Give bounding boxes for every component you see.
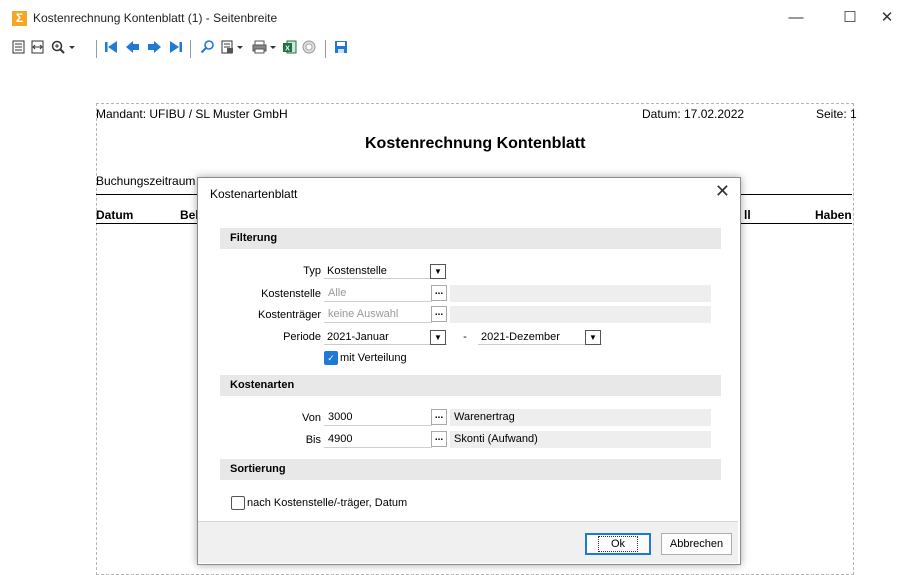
close-window-button[interactable]: ✕ [864, 4, 903, 32]
sort-kostenstelle-checkbox[interactable] [231, 496, 245, 510]
section-filterung: Filterung [220, 228, 721, 249]
periode-label: Periode [283, 331, 321, 343]
dialog-close-button[interactable]: ✕ [715, 181, 730, 202]
toolbar-separator [325, 40, 326, 58]
cancel-icon[interactable] [301, 40, 316, 57]
column-datum: Datum [96, 208, 134, 222]
svg-text:X: X [285, 46, 290, 53]
mit-verteilung-label[interactable]: mit Verteilung [340, 352, 407, 364]
kostenartenblatt-dialog: Kostenartenblatt ✕ Filterung Typ Kostens… [197, 177, 741, 565]
ok-button-label: Ok [597, 536, 639, 552]
excel-icon[interactable]: X [281, 40, 297, 57]
ok-button[interactable]: Ok [585, 533, 651, 555]
toolbar-separator [190, 40, 191, 58]
bis-label: Bis [305, 434, 321, 446]
section-filterung-label: Filterung [230, 232, 278, 244]
kostentraeger-browse-button[interactable]: ... [431, 306, 447, 322]
abbrechen-button[interactable]: Abbrechen [661, 533, 732, 555]
toolbar: X [0, 36, 903, 62]
periode-separator: - [463, 331, 467, 343]
chevron-down-icon[interactable]: ▼ [430, 330, 446, 345]
report-datum: Datum: 17.02.2022 [642, 107, 745, 121]
next-page-icon[interactable] [146, 40, 162, 57]
mit-verteilung-checkbox[interactable]: ✓ [324, 351, 338, 365]
save-icon[interactable] [333, 40, 348, 57]
window-titlebar: Σ Kostenrechnung Kontenblatt (1) - Seite… [0, 0, 903, 36]
kostenstelle-description [450, 285, 711, 302]
page-width-icon[interactable] [30, 40, 44, 57]
bis-field[interactable]: 4900 [324, 431, 432, 448]
kostenstelle-browse-button[interactable]: ... [431, 285, 447, 301]
von-description: Warenertrag [450, 409, 711, 426]
minimize-button[interactable]: — [773, 4, 819, 32]
section-sortierung-label: Sortierung [230, 463, 286, 475]
app-icon: Σ [12, 11, 27, 26]
column-soll: ll [744, 208, 751, 222]
report-mandant: Mandant: UFIBU / SL Muster GmbH [96, 107, 288, 121]
section-sortierung: Sortierung [220, 459, 721, 480]
toolbar-separator [96, 40, 97, 58]
periode-to-value: 2021-Dezember [481, 331, 560, 343]
column-beleg: Bel [180, 208, 199, 222]
kostenstelle-field[interactable]: Alle [324, 285, 432, 302]
typ-dropdown[interactable]: Kostenstelle ▼ [324, 263, 447, 279]
print-icon[interactable] [252, 40, 280, 57]
column-haben: Haben [815, 208, 852, 222]
von-browse-button[interactable]: ... [431, 409, 447, 425]
single-page-icon[interactable] [11, 40, 25, 57]
dialog-title: Kostenartenblatt [210, 187, 298, 201]
kostentraeger-description [450, 306, 711, 323]
kostentraeger-field[interactable]: keine Auswahl [324, 306, 432, 323]
bis-browse-button[interactable]: ... [431, 431, 447, 447]
periode-from-value: 2021-Januar [327, 331, 389, 343]
periode-to-dropdown[interactable]: 2021-Dezember ▼ [478, 329, 602, 345]
window-title: Kostenrechnung Kontenblatt (1) - Seitenb… [33, 11, 278, 25]
bis-description: Skonti (Aufwand) [450, 431, 711, 448]
kostentraeger-label: Kostenträger [258, 309, 321, 321]
chevron-down-icon[interactable]: ▼ [585, 330, 601, 345]
section-kostenarten: Kostenarten [220, 375, 721, 396]
kostenstelle-label: Kostenstelle [261, 288, 321, 300]
von-label: Von [302, 412, 321, 424]
typ-value: Kostenstelle [327, 265, 387, 277]
von-field[interactable]: 3000 [324, 409, 432, 426]
export-icon[interactable] [221, 40, 247, 57]
typ-label: Typ [303, 265, 321, 277]
last-page-icon[interactable] [167, 40, 183, 57]
section-kostenarten-label: Kostenarten [230, 379, 295, 391]
sort-kostenstelle-label[interactable]: nach Kostenstelle/-träger, Datum [247, 497, 407, 509]
report-buchungszeitraum: Buchungszeitraum [96, 174, 196, 188]
previous-page-icon[interactable] [124, 40, 140, 57]
chevron-down-icon[interactable]: ▼ [430, 264, 446, 279]
dialog-footer [198, 522, 738, 563]
report-title: Kostenrechnung Kontenblatt [365, 135, 586, 152]
search-icon[interactable] [199, 40, 215, 57]
periode-from-dropdown[interactable]: 2021-Januar ▼ [324, 329, 447, 345]
report-seite: Seite: 1 [816, 107, 857, 121]
first-page-icon[interactable] [103, 40, 119, 57]
zoom-icon[interactable] [50, 40, 78, 57]
